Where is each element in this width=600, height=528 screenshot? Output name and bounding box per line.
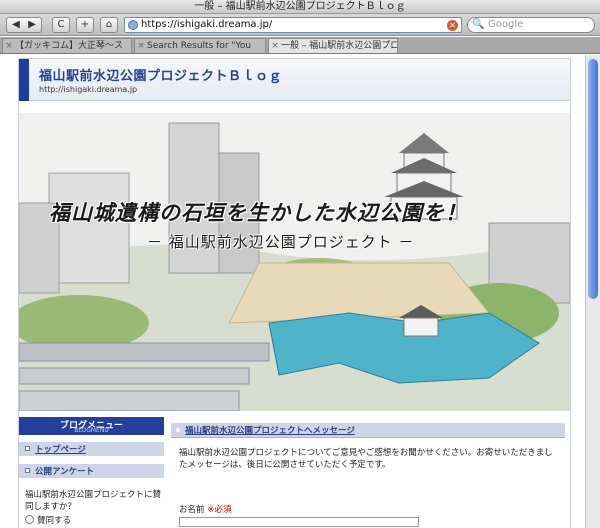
- address-text[interactable]: https://ishigaki.dreama.jp/: [141, 18, 272, 32]
- name-field-label: お名前 ※必須: [179, 505, 232, 515]
- hero-illustration: [19, 113, 570, 411]
- header-accent-bar: [19, 59, 29, 101]
- poll-option[interactable]: 賛同する: [25, 514, 71, 526]
- poll-question: 福山駅前水辺公園プロジェクトに賛同しますか？: [25, 490, 162, 512]
- close-tab-icon[interactable]: ×: [269, 39, 281, 53]
- tab-blog[interactable]: ×一般 – 福山駅前水辺公園プロジェ: [268, 38, 398, 53]
- blog-menu-header: ブログメニュー BLOGMENU: [19, 417, 164, 435]
- blog-url: http://ishigaki.dreama.jp: [39, 85, 138, 94]
- name-input[interactable]: [179, 517, 419, 527]
- message-section-title[interactable]: 福山駅前水辺公園プロジェクトへメッセージ: [185, 424, 355, 436]
- search-field[interactable]: 🔍 Google: [467, 17, 595, 33]
- close-tab-icon[interactable]: ×: [3, 39, 15, 53]
- message-section-header: 福山駅前水辺公園プロジェクトへメッセージ: [171, 423, 565, 438]
- menu-subtitle: BLOGMENU: [74, 427, 109, 434]
- poll-option-label: 賛同する: [37, 516, 72, 526]
- sidebar-item-top-page[interactable]: トップページ: [19, 441, 164, 456]
- hero-banner: 福山城遺構の石垣を生かした水辺公園を！ － 福山駅前水辺公園プロジェクト －: [19, 113, 570, 411]
- blog-page: 福山駅前水辺公園プロジェクトＢｌｏｇ http://ishigaki.dream…: [18, 58, 571, 528]
- back-forward-group: ◀ ▶: [6, 17, 42, 33]
- vertical-scrollbar[interactable]: [585, 55, 600, 528]
- sidebar-item-poll: 公開アンケート: [19, 463, 164, 478]
- site-favicon-icon: [128, 20, 138, 30]
- scrollbar-thumb[interactable]: [588, 59, 598, 299]
- bullet-square-icon: [25, 446, 30, 451]
- tab-search-results[interactable]: × Search Results for "You: [134, 38, 266, 53]
- sidebar-item-label[interactable]: トップページ: [35, 443, 86, 455]
- search-placeholder: Google: [488, 19, 524, 30]
- page-viewport: 福山駅前水辺公園プロジェクトＢｌｏｇ http://ishigaki.dream…: [0, 55, 585, 528]
- poll-radio[interactable]: [25, 515, 34, 524]
- message-description: 福山駅前水辺公園プロジェクトについてご意見やご感想をお聞かせください。お寄せいた…: [179, 448, 553, 470]
- tab-bar: × 【ガッキコム】大正琴～ス × Search Results for "You ×…: [0, 37, 600, 54]
- bullet-square-icon: [25, 468, 30, 473]
- main-content: 福山駅前水辺公園プロジェクトへメッセージ 福山駅前水辺公園プロジェクトについてご…: [171, 423, 565, 528]
- window-title: 一般 – 福山駅前水辺公園プロジェクトＢｌｏｇ: [0, 0, 600, 14]
- hero-title: 福山城遺構の石垣を生かした水辺公園を！: [49, 201, 467, 225]
- browser-toolbar: ◀ ▶ C + ⌂ https://ishigaki.dreama.jp/ ✕ 🔍…: [0, 14, 600, 36]
- tab-gakki[interactable]: × 【ガッキコム】大正琴～ス: [2, 38, 132, 53]
- blog-title[interactable]: 福山駅前水辺公園プロジェクトＢｌｏｇ: [39, 65, 282, 84]
- stop-icon[interactable]: ✕: [447, 20, 458, 31]
- address-bar[interactable]: https://ishigaki.dreama.jp/ ✕: [124, 17, 462, 33]
- reload-button[interactable]: C: [52, 17, 70, 33]
- search-icon: 🔍: [472, 19, 485, 30]
- sidebar: ブログメニュー BLOGMENU トップページ 公開アンケート 福山駅前水辺公園…: [19, 417, 164, 528]
- required-mark: ※必須: [207, 505, 232, 515]
- add-bookmark-button[interactable]: +: [76, 17, 94, 33]
- forward-icon[interactable]: ▶: [24, 18, 40, 32]
- hero-subtitle: － 福山駅前水辺公園プロジェクト －: [147, 233, 415, 251]
- home-button[interactable]: ⌂: [100, 17, 118, 33]
- blog-header: 福山駅前水辺公園プロジェクトＢｌｏｇ http://ishigaki.dream…: [19, 59, 570, 101]
- bullet-dot-icon: [176, 428, 180, 432]
- back-icon[interactable]: ◀: [8, 18, 24, 32]
- sidebar-item-label: 公開アンケート: [35, 467, 95, 477]
- close-tab-icon[interactable]: ×: [135, 39, 147, 53]
